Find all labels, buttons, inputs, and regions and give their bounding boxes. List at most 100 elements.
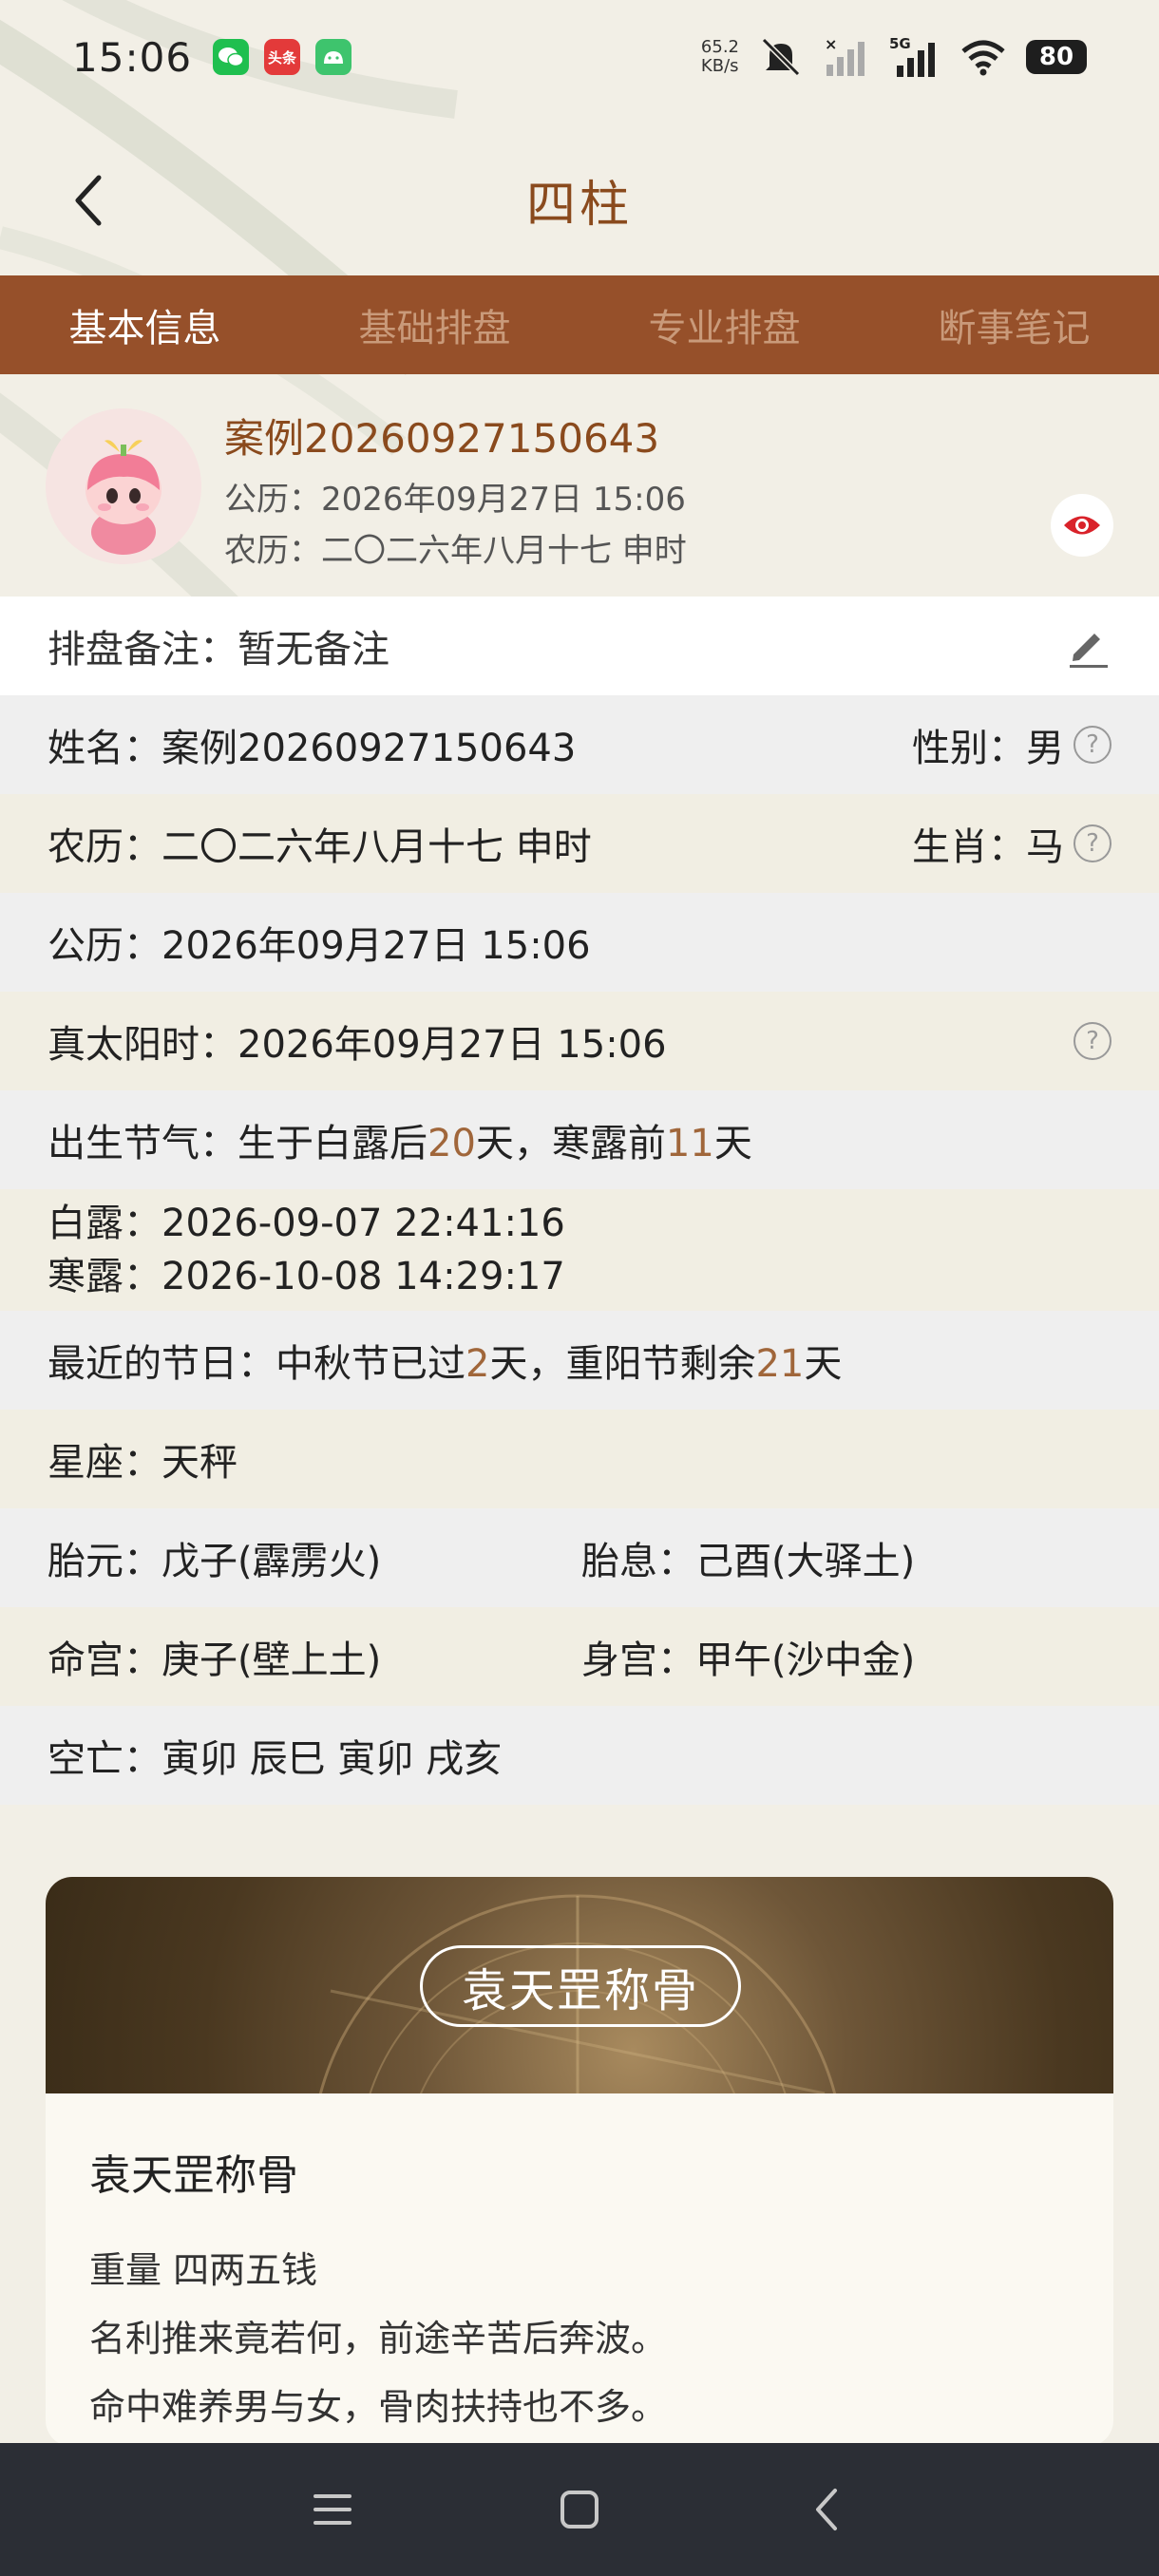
- help-icon[interactable]: ?: [1074, 824, 1112, 862]
- edit-note-button[interactable]: [1064, 622, 1112, 670]
- chart-note-text: 排盘备注：暂无备注: [48, 628, 390, 672]
- home-square-icon: [560, 2491, 598, 2529]
- row-tai: 胎元：戊子(霹雳火) 胎息：己酉(大驿土): [0, 1508, 1159, 1607]
- row-lunar: 农历：二〇二六年八月十七 申时 生肖：马 ?: [0, 794, 1159, 893]
- notification-icons: 头条: [213, 39, 352, 75]
- jieqi-mid: 天，寒露前: [475, 1122, 666, 1165]
- banner-title-text: 袁天罡称骨: [461, 1964, 699, 2017]
- festival-mid: 天，重阳节剩余: [489, 1342, 756, 1386]
- profile-section: 案例20260927150643 公历：2026年09月27日 15:06 农历…: [0, 374, 1159, 597]
- toutiao-label: 头条: [268, 48, 297, 66]
- net-speed-value: 65.2: [700, 37, 739, 57]
- gender-value: 性别：男: [912, 727, 1064, 770]
- jieqi-days-after: 20: [428, 1122, 476, 1165]
- system-back-button[interactable]: [788, 2472, 864, 2548]
- jieqi-text: 出生节气：生于白露后20天，寒露前11天: [48, 1112, 752, 1167]
- constellation-value: 星座：天秤: [48, 1441, 238, 1485]
- festival-prefix: 最近的节日：中秋节已过: [48, 1342, 466, 1386]
- wechat-icon: [213, 39, 250, 75]
- status-indicators: 65.2 KB/s × 5G 80: [701, 35, 1087, 79]
- eye-icon: [1064, 516, 1100, 535]
- signal-no-sim-icon: ×: [825, 36, 864, 76]
- tab-basic-chart[interactable]: 基础排盘: [290, 297, 580, 352]
- bone-weight: 重量 四两五钱: [89, 2249, 318, 2291]
- back-arrow-icon: [816, 2489, 837, 2530]
- banner-title: 袁天罡称骨: [420, 1945, 741, 2027]
- tab-pro-chart[interactable]: 专业排盘: [580, 297, 869, 352]
- taiyuan-value: 胎元：戊子(霹雳火): [48, 1540, 382, 1583]
- chevron-left-icon: [75, 175, 102, 226]
- tab-notes[interactable]: 断事笔记: [869, 297, 1159, 352]
- kongwang-value: 空亡：寅卯 辰巳 寅卯 戌亥: [48, 1737, 503, 1781]
- android-icon: [315, 39, 352, 75]
- case-name: 案例20260927150643: [224, 415, 660, 462]
- avatar: [46, 408, 201, 564]
- back-button[interactable]: [59, 167, 116, 234]
- poem-line-2: 命中难养男与女，骨肉扶持也不多。: [89, 2386, 668, 2428]
- card-body: 袁天罡称骨 重量 四两五钱 名利推来竟若何，前途辛苦后奔波。 命中难养男与女，骨…: [46, 2093, 1113, 2441]
- menu-icon: [314, 2494, 352, 2525]
- help-icon[interactable]: ?: [1074, 1022, 1112, 1060]
- hanlu-value: 寒露：2026-10-08 14:29:17: [48, 1255, 565, 1298]
- help-icon[interactable]: ?: [1074, 726, 1112, 764]
- row-jieqi: 出生节气：生于白露后20天，寒露前11天: [0, 1090, 1159, 1189]
- poem-line-1: 名利推来竟若何，前途辛苦后奔波。: [89, 2318, 668, 2359]
- status-time: 15:06: [72, 33, 193, 81]
- bone-weight-card: 袁天罡称骨 袁天罡称骨 重量 四两五钱 名利推来竟若何，前途辛苦后奔波。 命中难…: [46, 1877, 1113, 2447]
- zodiac-value: 生肖：马: [912, 825, 1064, 869]
- battery-indicator: 80: [1026, 40, 1087, 74]
- festival-suffix: 天: [804, 1342, 843, 1386]
- festival-text: 最近的节日：中秋节已过2天，重阳节剩余21天: [48, 1333, 842, 1388]
- battery-level: 80: [1038, 43, 1074, 71]
- row-solar: 公历：2026年09月27日 15:06: [0, 893, 1159, 992]
- lunar-value: 农历：二〇二六年八月十七 申时: [48, 825, 592, 869]
- row-true-solar: 真太阳时：2026年09月27日 15:06 ?: [0, 992, 1159, 1090]
- page-title: 四柱: [525, 176, 633, 234]
- row-name: 姓名：案例20260927150643 性别：男 ?: [0, 695, 1159, 794]
- toggle-visibility-button[interactable]: [1051, 494, 1113, 557]
- taixi-value: 胎息：己酉(大驿土): [581, 1540, 916, 1583]
- signal-5g-icon: 5G: [889, 35, 935, 77]
- home-button[interactable]: [542, 2472, 618, 2548]
- system-nav-bar: [0, 2443, 1159, 2576]
- jieqi-days-before: 11: [665, 1122, 714, 1165]
- shengong-value: 身宫：甲午(沙中金): [581, 1638, 916, 1682]
- zodiac-group: 生肖：马 ?: [912, 816, 1112, 871]
- profile-lunar-date: 农历：二〇二六年八月十七 申时: [224, 532, 687, 570]
- true-solar-value: 真太阳时：2026年09月27日 15:06: [48, 1023, 667, 1067]
- wifi-icon: [961, 40, 1005, 76]
- tab-bar: 基本信息 基础排盘 专业排盘 断事笔记: [0, 275, 1159, 374]
- info-list: 姓名：案例20260927150643 性别：男 ? 农历：二〇二六年八月十七 …: [0, 695, 1159, 1805]
- menu-button[interactable]: [294, 2472, 370, 2548]
- app-header: 四柱: [0, 142, 1159, 256]
- true-solar-help: ?: [1074, 1022, 1112, 1060]
- festival-days-left: 21: [755, 1342, 805, 1386]
- profile-solar-date: 公历：2026年09月27日 15:06: [224, 481, 686, 519]
- svg-text:5G: 5G: [889, 35, 911, 52]
- net-speed-unit: KB/s: [700, 56, 739, 76]
- gender-group: 性别：男 ?: [912, 717, 1112, 772]
- jieqi-prefix: 出生节气：生于白露后: [48, 1122, 428, 1165]
- row-constellation: 星座：天秤: [0, 1410, 1159, 1508]
- row-kongwang: 空亡：寅卯 辰巳 寅卯 戌亥: [0, 1706, 1159, 1805]
- toutiao-icon: 头条: [264, 39, 301, 75]
- festival-days-past: 2: [466, 1342, 490, 1386]
- chart-note: 排盘备注：暂无备注: [0, 597, 1159, 695]
- pencil-icon: [1070, 634, 1108, 668]
- name-value: 姓名：案例20260927150643: [48, 727, 577, 770]
- solar-value: 公历：2026年09月27日 15:06: [48, 924, 591, 968]
- net-speed: 65.2 KB/s: [701, 38, 739, 76]
- card-banner: 袁天罡称骨: [46, 1877, 1113, 2093]
- avatar-image: [46, 408, 201, 564]
- minggong-value: 命宫：庚子(壁上土): [48, 1638, 382, 1682]
- svg-text:×: ×: [825, 36, 837, 53]
- row-solar-terms: 白露：2026-09-07 22:41:16 寒露：2026-10-08 14:…: [0, 1189, 1159, 1311]
- bailu-value: 白露：2026-09-07 22:41:16: [48, 1202, 565, 1245]
- bell-muted-icon: [761, 37, 801, 77]
- row-festival: 最近的节日：中秋节已过2天，重阳节剩余21天: [0, 1311, 1159, 1410]
- jieqi-suffix: 天: [713, 1122, 752, 1165]
- card-title: 袁天罡称骨: [89, 2151, 298, 2200]
- status-bar: 15:06 头条 65.2 KB/s × 5G 80: [0, 0, 1159, 114]
- tab-basic-info[interactable]: 基本信息: [0, 297, 290, 352]
- row-palace: 命宫：庚子(壁上土) 身宫：甲午(沙中金): [0, 1607, 1159, 1706]
